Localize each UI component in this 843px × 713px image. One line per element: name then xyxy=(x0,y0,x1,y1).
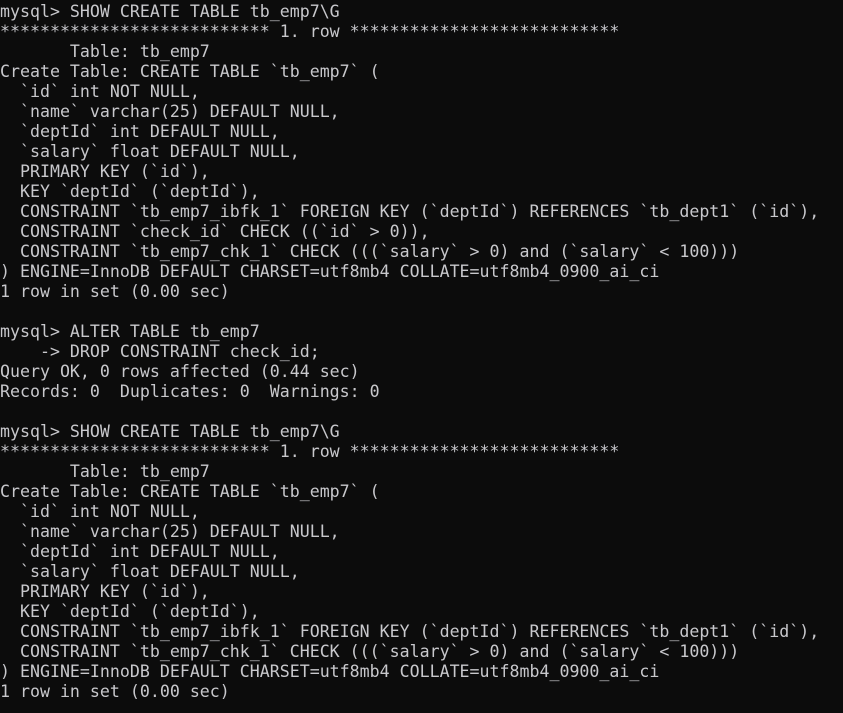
terminal-screen[interactable]: mysql> SHOW CREATE TABLE tb_emp7\G ******… xyxy=(0,0,843,713)
terminal-line: `deptId` int DEFAULT NULL, xyxy=(0,122,280,141)
terminal-line: Records: 0 Duplicates: 0 Warnings: 0 xyxy=(0,382,380,401)
terminal-line: `name` varchar(25) DEFAULT NULL, xyxy=(0,522,340,541)
terminal-line: ) ENGINE=InnoDB DEFAULT CHARSET=utf8mb4 … xyxy=(0,262,660,281)
terminal-line: CONSTRAINT `tb_emp7_ibfk_1` FOREIGN KEY … xyxy=(0,622,820,641)
terminal-line: `name` varchar(25) DEFAULT NULL, xyxy=(0,102,340,121)
terminal-line: PRIMARY KEY (`id`), xyxy=(0,162,210,181)
terminal-line: mysql> SHOW CREATE TABLE tb_emp7\G xyxy=(0,2,340,21)
terminal-line: -> DROP CONSTRAINT check_id; xyxy=(0,342,320,361)
terminal-line: CONSTRAINT `check_id` CHECK ((`id` > 0))… xyxy=(0,222,430,241)
terminal-line: CONSTRAINT `tb_emp7_chk_1` CHECK (((`sal… xyxy=(0,242,740,261)
terminal-line: `salary` float DEFAULT NULL, xyxy=(0,142,300,161)
terminal-line: KEY `deptId` (`deptId`), xyxy=(0,182,260,201)
terminal-line: mysql> ALTER TABLE tb_emp7 xyxy=(0,322,260,341)
terminal-line: `id` int NOT NULL, xyxy=(0,82,200,101)
terminal-line: PRIMARY KEY (`id`), xyxy=(0,582,210,601)
terminal-line: 1 row in set (0.00 sec) xyxy=(0,682,230,701)
terminal-line: Table: tb_emp7 xyxy=(0,42,210,61)
terminal-line: mysql> SHOW CREATE TABLE tb_emp7\G xyxy=(0,422,340,441)
terminal-line: CONSTRAINT `tb_emp7_ibfk_1` FOREIGN KEY … xyxy=(0,202,820,221)
terminal-line: Create Table: CREATE TABLE `tb_emp7` ( xyxy=(0,482,380,501)
terminal-line: 1 row in set (0.00 sec) xyxy=(0,282,230,301)
terminal-line: *************************** 1. row *****… xyxy=(0,22,620,41)
terminal-line: Create Table: CREATE TABLE `tb_emp7` ( xyxy=(0,62,380,81)
terminal-line: *************************** 1. row *****… xyxy=(0,442,620,461)
terminal-line: `id` int NOT NULL, xyxy=(0,502,200,521)
terminal-line: KEY `deptId` (`deptId`), xyxy=(0,602,260,621)
terminal-line: `deptId` int DEFAULT NULL, xyxy=(0,542,280,561)
terminal-line: CONSTRAINT `tb_emp7_chk_1` CHECK (((`sal… xyxy=(0,642,740,661)
terminal-line: Table: tb_emp7 xyxy=(0,462,210,481)
terminal-line: Query OK, 0 rows affected (0.44 sec) xyxy=(0,362,360,381)
terminal-line: `salary` float DEFAULT NULL, xyxy=(0,562,300,581)
terminal-line: ) ENGINE=InnoDB DEFAULT CHARSET=utf8mb4 … xyxy=(0,662,660,681)
